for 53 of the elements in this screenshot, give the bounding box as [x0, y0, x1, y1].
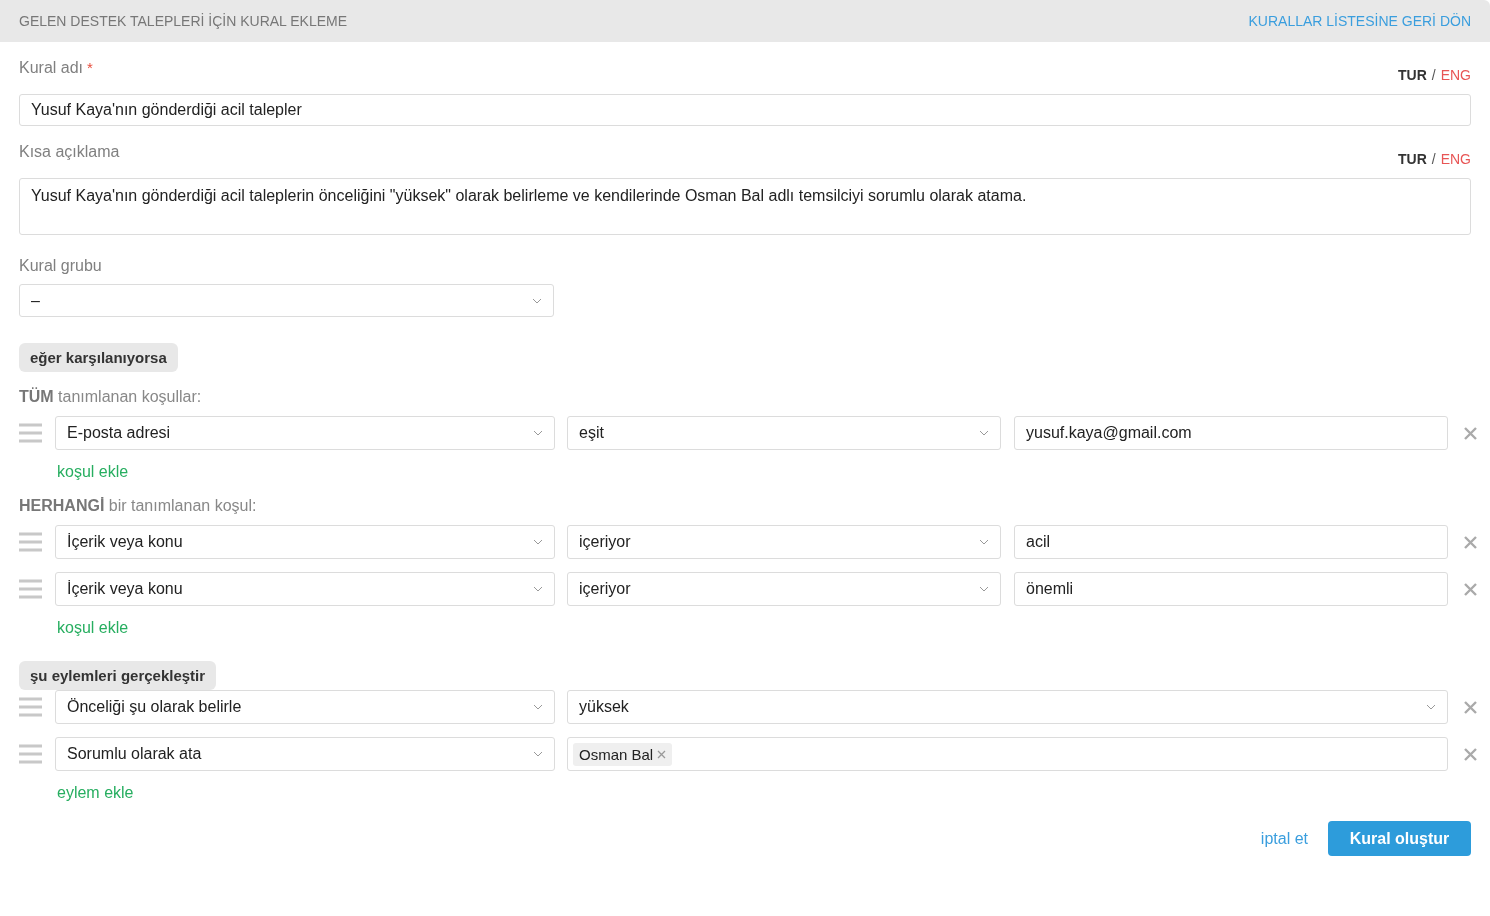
- remove-icon[interactable]: [1464, 426, 1477, 440]
- drag-handle-icon[interactable]: [19, 532, 42, 552]
- language-toggle[interactable]: TUR: [1398, 151, 1427, 167]
- action-dropdown[interactable]: Önceliği şu olarak belirle: [55, 690, 555, 724]
- close-icon[interactable]: [657, 749, 667, 759]
- chevron-down-icon: [979, 539, 989, 545]
- section-badge: şu eylemleri gerçekleştir: [19, 661, 217, 690]
- field-dropdown[interactable]: İçerik veya konu: [55, 572, 555, 606]
- rule-name-field[interactable]: Yusuf Kaya'nın gönderdiği acil talepler: [19, 94, 1471, 126]
- assignee-tag[interactable]: Osman Bal: [573, 742, 673, 766]
- drag-handle-icon[interactable]: [19, 744, 42, 764]
- language-toggle[interactable]: TUR: [1398, 67, 1427, 83]
- operator-dropdown[interactable]: içeriyor: [567, 525, 1001, 559]
- chevron-down-icon: [533, 430, 543, 436]
- drag-handle-icon[interactable]: [19, 423, 42, 443]
- operator-dropdown[interactable]: eşit: [567, 416, 1001, 450]
- chevron-down-icon: [533, 586, 543, 592]
- chevron-down-icon: [533, 539, 543, 545]
- group-heading: TÜM tanımlanan koşullar:: [19, 388, 203, 406]
- field-label: Kısa açıklama: [19, 143, 120, 161]
- language-toggle[interactable]: ENG: [1440, 151, 1471, 167]
- field-label: Kural grubu: [19, 257, 103, 275]
- remove-icon[interactable]: [1464, 582, 1477, 596]
- field-label: Kural adı: [19, 59, 84, 77]
- field-dropdown[interactable]: İçerik veya konu: [55, 525, 555, 559]
- assignee-field[interactable]: Osman Bal: [567, 737, 1448, 771]
- chevron-down-icon: [979, 586, 989, 592]
- rule-group-dropdown[interactable]: –: [19, 284, 554, 317]
- remove-icon[interactable]: [1464, 700, 1477, 714]
- value-field[interactable]: önemli: [1014, 572, 1448, 606]
- chevron-down-icon: [1426, 704, 1436, 710]
- chevron-down-icon: [979, 430, 989, 436]
- remove-icon[interactable]: [1464, 535, 1477, 549]
- chevron-down-icon: [533, 751, 543, 757]
- remove-icon[interactable]: [1464, 747, 1477, 761]
- value-field[interactable]: acil: [1014, 525, 1448, 559]
- page-title: GELEN DESTEK TALEPLERİ İÇİN KURAL EKLEME: [19, 13, 349, 29]
- value-field[interactable]: yusuf.kaya@gmail.com: [1014, 416, 1448, 450]
- field-dropdown[interactable]: E-posta adresi: [55, 416, 555, 450]
- chevron-down-icon: [533, 704, 543, 710]
- drag-handle-icon[interactable]: [19, 579, 42, 599]
- chevron-down-icon: [532, 297, 542, 304]
- group-heading: HERHANGİ bir tanımlanan koşul:: [19, 497, 258, 515]
- drag-handle-icon[interactable]: [19, 697, 42, 717]
- section-badge: eğer karşılanıyorsa: [19, 343, 178, 372]
- operator-dropdown[interactable]: içeriyor: [567, 572, 1001, 606]
- description-field[interactable]: Yusuf Kaya'nın gönderdiği acil taleplerin önceliğini "yüksek" olarak belirleme ve kendilerinde Osman Bal adlı temsilciyi sorumlu olarak atama.: [19, 178, 1471, 235]
- action-value-dropdown[interactable]: yüksek: [567, 690, 1448, 724]
- language-toggle[interactable]: ENG: [1440, 67, 1471, 83]
- action-dropdown[interactable]: Sorumlu olarak ata: [55, 737, 555, 771]
- required-mark: *: [87, 59, 93, 76]
- separator: /: [1431, 151, 1436, 167]
- separator: /: [1431, 67, 1436, 83]
